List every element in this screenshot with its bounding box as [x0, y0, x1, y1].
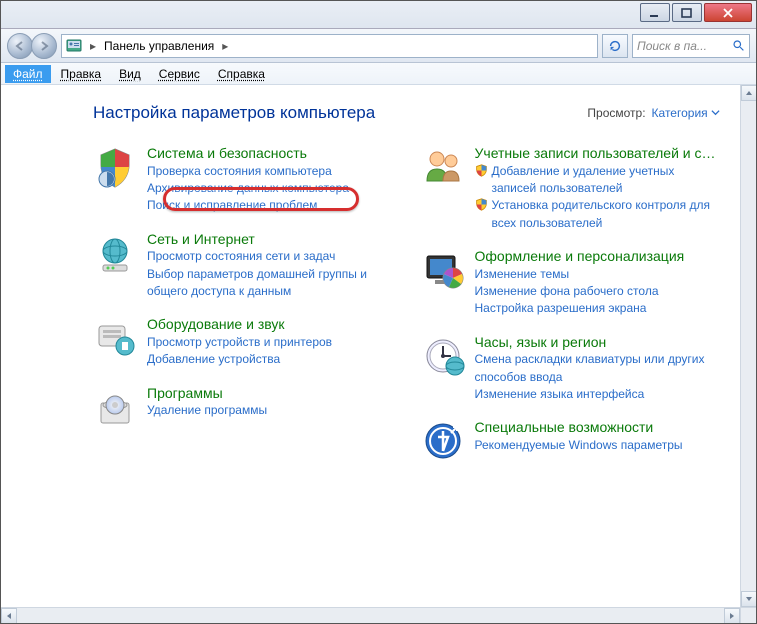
- menu-tools[interactable]: Сервис: [151, 65, 208, 83]
- category-title[interactable]: Программы: [147, 385, 393, 403]
- category-title[interactable]: Оборудование и звук: [147, 316, 393, 334]
- category-sublink[interactable]: Установка родительского контроля для все…: [475, 197, 721, 232]
- search-placeholder: Поиск в па...: [637, 39, 707, 53]
- category-icon: [93, 145, 137, 189]
- category-icon: [421, 248, 465, 292]
- category-sublink[interactable]: Добавление и удаление учетных записей по…: [475, 163, 721, 198]
- category: Система и безопасностьПроверка состояния…: [93, 145, 393, 215]
- category-icon: [421, 145, 465, 189]
- category-icon: [421, 334, 465, 378]
- category: Оформление и персонализацияИзменение тем…: [421, 248, 721, 318]
- category-sublink[interactable]: Выбор параметров домашней группы и общег…: [147, 266, 393, 301]
- scroll-up-button[interactable]: [741, 85, 757, 101]
- category-sublink[interactable]: Добавление устройства: [147, 351, 393, 368]
- search-input[interactable]: Поиск в па...: [632, 34, 750, 58]
- forward-button[interactable]: [31, 33, 57, 59]
- category-sublink[interactable]: Поиск и исправление проблем: [147, 197, 393, 214]
- breadcrumb-item[interactable]: Панель управления: [104, 39, 214, 53]
- category-icon: [93, 385, 137, 429]
- titlebar: [1, 1, 756, 29]
- view-by-dropdown[interactable]: Категория: [652, 106, 720, 120]
- category-title[interactable]: Система и безопасность: [147, 145, 393, 163]
- maximize-button[interactable]: [672, 3, 702, 22]
- back-button[interactable]: [7, 33, 33, 59]
- scroll-left-button[interactable]: [1, 608, 17, 624]
- category: Сеть и ИнтернетПросмотр состояния сети и…: [93, 231, 393, 301]
- category-icon: [93, 231, 137, 275]
- view-by: Просмотр: Категория: [587, 106, 720, 120]
- category-sublink[interactable]: Проверка состояния компьютера: [147, 163, 393, 180]
- navigation-bar: ▸ Панель управления ▸ Поиск в па...: [1, 29, 756, 63]
- category: Часы, язык и регионСмена раскладки клави…: [421, 334, 721, 404]
- category-sublink[interactable]: Просмотр устройств и принтеров: [147, 334, 393, 351]
- category-title[interactable]: Оформление и персонализация: [475, 248, 721, 266]
- category-title[interactable]: Сеть и Интернет: [147, 231, 393, 249]
- menu-help[interactable]: Справка: [210, 65, 273, 83]
- address-bar[interactable]: ▸ Панель управления ▸: [61, 34, 598, 58]
- breadcrumb-separator: ▸: [220, 39, 230, 53]
- refresh-button[interactable]: [602, 34, 628, 58]
- category: Специальные возможностиРекомендуемые Win…: [421, 419, 721, 463]
- category-sublink[interactable]: Архивирование данных компьютера: [147, 180, 393, 197]
- category-icon: [421, 419, 465, 463]
- vertical-scrollbar[interactable]: [740, 85, 756, 607]
- scroll-down-button[interactable]: [741, 591, 757, 607]
- category: Оборудование и звукПросмотр устройств и …: [93, 316, 393, 368]
- search-icon: [732, 39, 745, 52]
- menu-edit[interactable]: Правка: [53, 65, 110, 83]
- category-sublink[interactable]: Настройка разрешения экрана: [475, 300, 721, 317]
- minimize-button[interactable]: [640, 3, 670, 22]
- menu-bar: Файл Правка Вид Сервис Справка: [1, 63, 756, 85]
- horizontal-scrollbar[interactable]: [1, 607, 740, 623]
- category-sublink[interactable]: Смена раскладки клавиатуры или других сп…: [475, 351, 721, 386]
- category-sublink[interactable]: Изменение темы: [475, 266, 721, 283]
- breadcrumb-separator: ▸: [88, 39, 98, 53]
- scrollbar-corner: [740, 607, 756, 623]
- category: ПрограммыУдаление программы: [93, 385, 393, 429]
- category-title[interactable]: Часы, язык и регион: [475, 334, 721, 352]
- category-sublink[interactable]: Удаление программы: [147, 402, 393, 419]
- close-button[interactable]: [704, 3, 752, 22]
- menu-file[interactable]: Файл: [5, 65, 51, 83]
- page-title: Настройка параметров компьютера: [93, 103, 375, 123]
- category-sublink[interactable]: Просмотр состояния сети и задач: [147, 248, 393, 265]
- scroll-right-button[interactable]: [724, 608, 740, 624]
- category-icon: [93, 316, 137, 360]
- category-title[interactable]: Специальные возможности: [475, 419, 721, 437]
- control-panel-icon: [66, 38, 82, 54]
- category: Учетные записи пользователей и семейн…До…: [421, 145, 721, 232]
- category-title[interactable]: Учетные записи пользователей и семейн…: [475, 145, 721, 163]
- category-sublink[interactable]: Изменение языка интерфейса: [475, 386, 721, 403]
- category-sublink[interactable]: Изменение фона рабочего стола: [475, 283, 721, 300]
- category-sublink[interactable]: Рекомендуемые Windows параметры: [475, 437, 721, 454]
- menu-view[interactable]: Вид: [111, 65, 149, 83]
